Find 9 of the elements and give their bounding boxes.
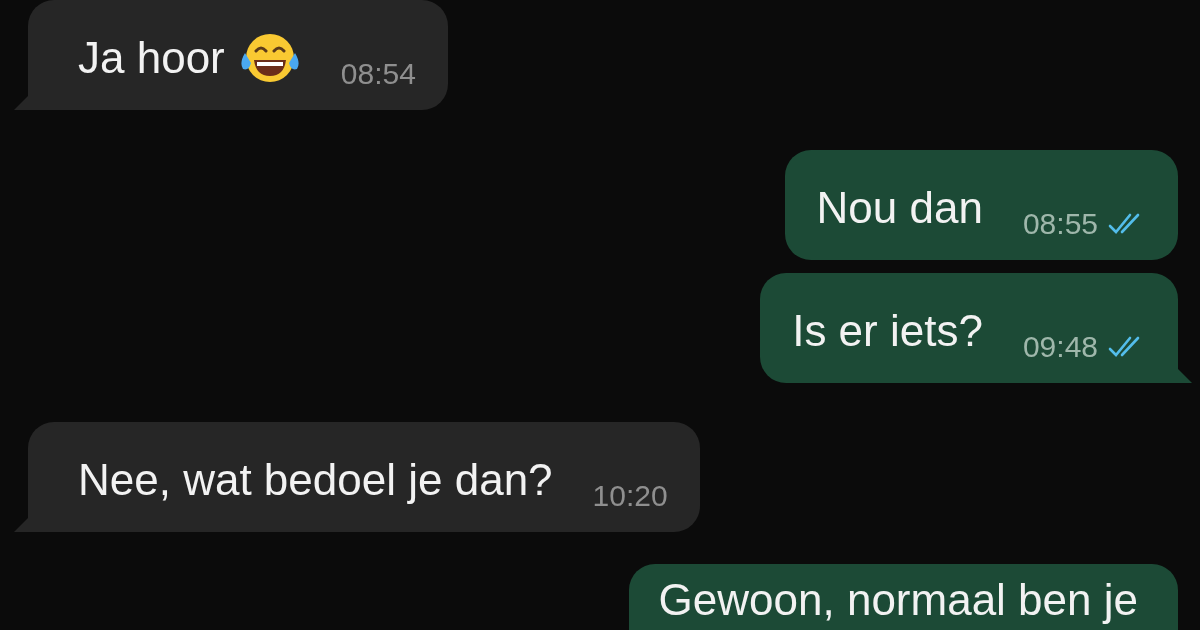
message-text: Nou dan (816, 182, 983, 234)
message-time: 10:20 (592, 478, 668, 514)
message-text: Is er iets? (792, 305, 983, 357)
message-text: Ja hoor (78, 30, 301, 86)
message-time: 08:55 (1022, 206, 1098, 242)
message-text: Nee, wat bedoel je dan? (78, 454, 553, 506)
message-text: Gewoon, normaal ben je (658, 574, 1138, 626)
message-time: 09:48 (1022, 329, 1098, 365)
message-time: 08:54 (340, 56, 416, 92)
